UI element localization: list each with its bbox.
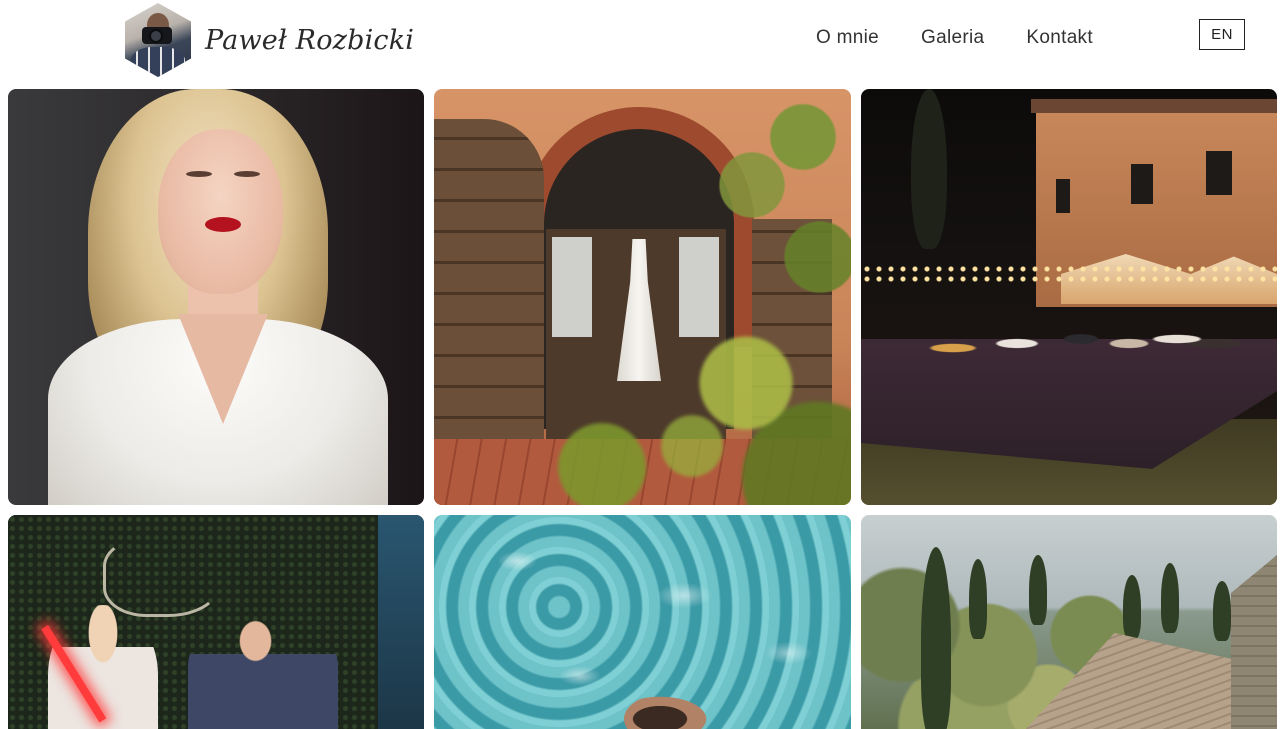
logo-link[interactable]: Paweł Rozbicki <box>125 3 414 77</box>
nav-item-contact[interactable]: Kontakt <box>1026 27 1093 49</box>
brand-name: Paweł Rozbicki <box>205 24 415 56</box>
gallery-photo-bride-portrait[interactable] <box>8 89 424 505</box>
photographer-avatar <box>125 3 191 77</box>
gallery-photo-lake-landscape[interactable] <box>861 515 1277 729</box>
nav-item-gallery[interactable]: Galeria <box>921 27 984 49</box>
site-header: Paweł Rozbicki O mnie Galeria Kontakt EN <box>0 0 1281 84</box>
gallery-photo-night-reception-dance[interactable] <box>861 89 1277 505</box>
main-nav: O mnie Galeria Kontakt <box>816 27 1093 49</box>
nav-item-about[interactable]: O mnie <box>816 27 879 49</box>
gallery-photo-wedding-dress-villa-door[interactable] <box>434 89 851 505</box>
gallery-photo-swimming-pool[interactable] <box>434 515 851 729</box>
language-switch-button[interactable]: EN <box>1199 19 1245 50</box>
gallery-photo-neon-couple[interactable] <box>8 515 424 729</box>
